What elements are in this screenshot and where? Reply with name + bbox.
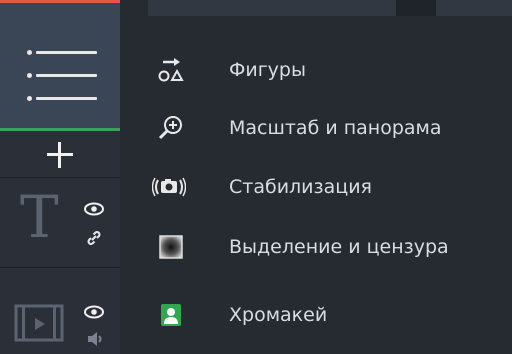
stabilization-icon: [152, 177, 186, 197]
shapes-icon: [158, 58, 184, 82]
text-track-icon: T: [20, 183, 59, 251]
tool-sidebar: T: [0, 0, 120, 354]
chroma-key-icon: [161, 304, 181, 326]
speaker-icon[interactable]: [86, 330, 104, 348]
menu-item-highlight-censor[interactable]: Выделение и цензура: [130, 218, 512, 276]
highlight-censor-icon: [159, 235, 183, 259]
menu-item-label: Выделение и цензура: [229, 236, 449, 258]
menu-item-label: Масштаб и панорама: [229, 117, 442, 139]
text-track-header: T: [0, 178, 120, 268]
video-track-header: [0, 268, 120, 354]
menu-item-label: Хромакей: [229, 304, 328, 326]
film-icon: [14, 304, 64, 342]
zoom-pan-icon: [158, 116, 182, 140]
menu-item-zoom-pan[interactable]: Масштаб и панорама: [130, 99, 512, 157]
menu-item-chroma-key[interactable]: Хромакей: [130, 286, 512, 344]
menu-item-label: Фигуры: [229, 59, 306, 81]
add-track-button[interactable]: [0, 131, 120, 178]
eye-icon[interactable]: [84, 202, 104, 216]
top-toolbar-strip: [148, 0, 512, 16]
eye-icon[interactable]: [84, 305, 104, 319]
menu-item-label: Стабилизация: [229, 176, 372, 198]
menu-item-shapes[interactable]: Фигуры: [130, 41, 512, 99]
menu-toggle-button[interactable]: [0, 3, 120, 131]
menu-item-stabilization[interactable]: Стабилизация: [130, 158, 512, 216]
link-icon[interactable]: [86, 230, 102, 246]
